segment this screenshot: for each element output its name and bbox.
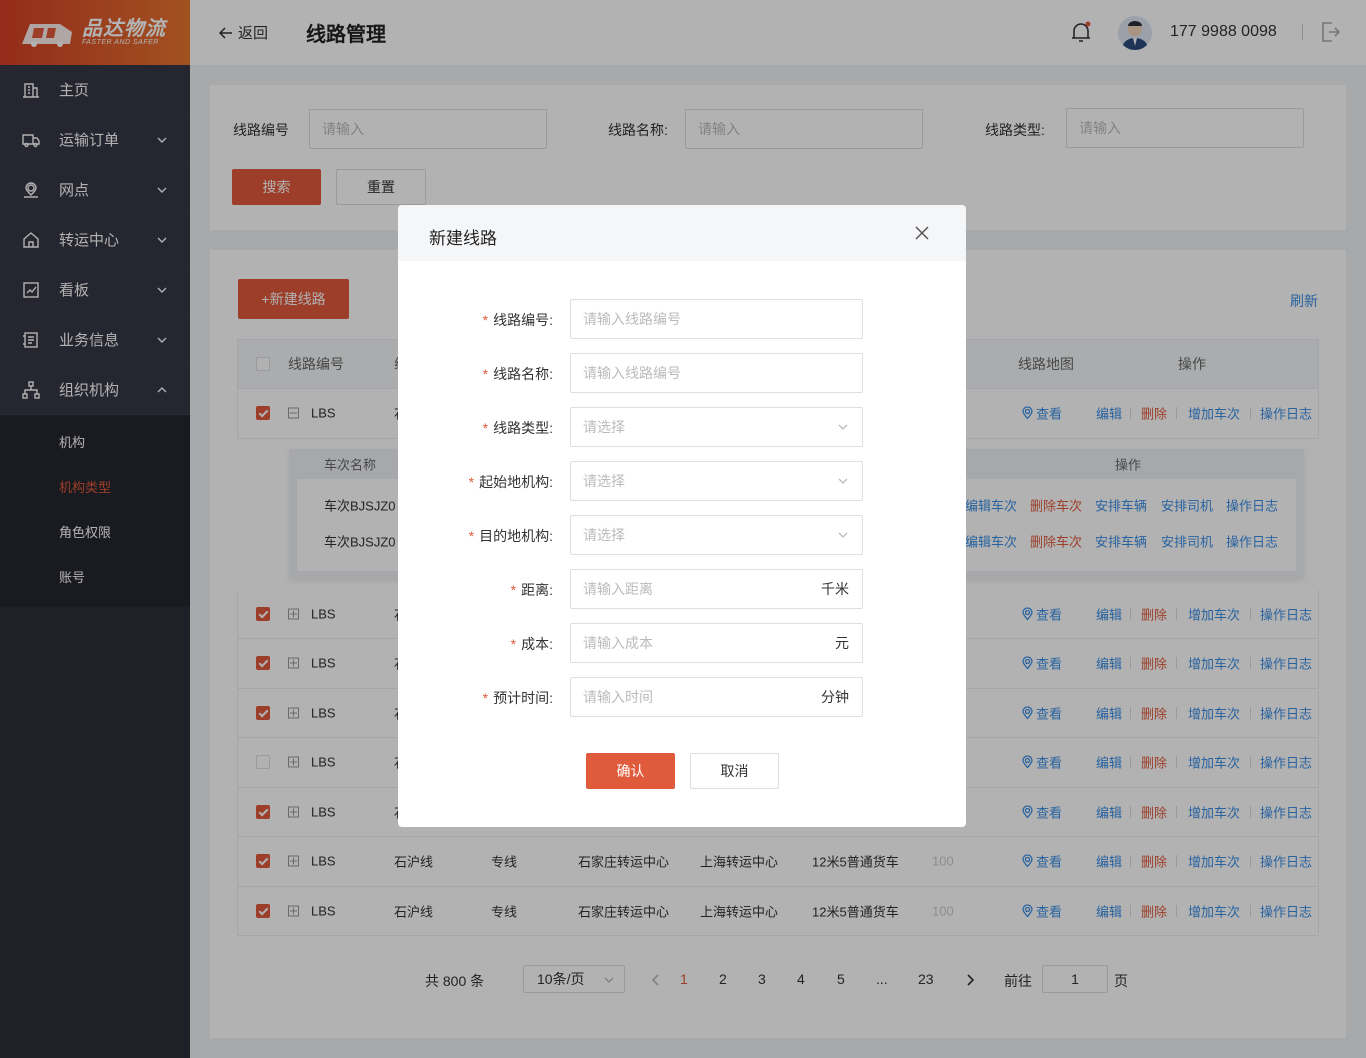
confirm-button[interactable]: 确认 bbox=[586, 753, 675, 789]
required-mark: * bbox=[510, 582, 517, 598]
required-mark: * bbox=[482, 312, 489, 328]
required-mark: * bbox=[482, 366, 489, 382]
field-select[interactable]: 请选择 bbox=[570, 407, 863, 447]
field-label: * 成本: bbox=[511, 634, 553, 654]
required-mark: * bbox=[468, 474, 475, 490]
required-mark: * bbox=[482, 420, 489, 436]
field-unit: 分钟 bbox=[821, 689, 849, 705]
field-input[interactable]: 请输入线路编号 bbox=[570, 299, 863, 339]
close-icon[interactable] bbox=[915, 226, 929, 240]
field-placeholder: 请选择 bbox=[583, 419, 625, 435]
field-label-text: 距离: bbox=[521, 582, 553, 598]
chevron-down-icon bbox=[838, 478, 848, 484]
field-placeholder: 请选择 bbox=[583, 473, 625, 489]
field-placeholder: 请输入距离 bbox=[583, 581, 653, 597]
field-select[interactable]: 请选择 bbox=[570, 515, 863, 555]
field-label: * 目的地机构: bbox=[469, 526, 553, 546]
field-input[interactable]: 请输入距离 千米 bbox=[570, 569, 863, 609]
field-placeholder: 请输入成本 bbox=[583, 635, 653, 651]
dialog-title: 新建线路 bbox=[429, 229, 497, 248]
field-placeholder: 请输入时间 bbox=[583, 689, 653, 705]
field-label: * 距离: bbox=[511, 580, 553, 600]
field-label: * 线路编号: bbox=[483, 310, 553, 330]
field-placeholder: 请选择 bbox=[583, 527, 625, 543]
field-label-text: 线路类型: bbox=[493, 420, 553, 436]
new-route-dialog: 新建线路 * 线路编号: 请输入线路编号 * 线路名称: 请输入线路编号 * 线路类型: … bbox=[398, 205, 966, 827]
chevron-down-icon bbox=[838, 424, 848, 430]
field-label: * 起始地机构: bbox=[469, 472, 553, 492]
field-input[interactable]: 请输入成本 元 bbox=[570, 623, 863, 663]
field-placeholder: 请输入线路编号 bbox=[583, 365, 681, 381]
dialog-header: 新建线路 bbox=[398, 205, 966, 261]
field-placeholder: 请输入线路编号 bbox=[583, 311, 681, 327]
field-label-text: 预计时间: bbox=[493, 690, 553, 706]
field-label: * 线路名称: bbox=[483, 364, 553, 384]
field-label: * 线路类型: bbox=[483, 418, 553, 438]
cancel-button[interactable]: 取消 bbox=[690, 753, 779, 789]
field-label-text: 成本: bbox=[521, 636, 553, 652]
field-label-text: 线路名称: bbox=[493, 366, 553, 382]
field-input[interactable]: 请输入时间 分钟 bbox=[570, 677, 863, 717]
field-select[interactable]: 请选择 bbox=[570, 461, 863, 501]
field-label-text: 线路编号: bbox=[493, 312, 553, 328]
field-input[interactable]: 请输入线路编号 bbox=[570, 353, 863, 393]
field-unit: 千米 bbox=[821, 581, 849, 597]
required-mark: * bbox=[482, 690, 489, 706]
field-label-text: 起始地机构: bbox=[479, 474, 553, 490]
field-label-text: 目的地机构: bbox=[479, 528, 553, 544]
chevron-down-icon bbox=[838, 532, 848, 538]
field-label: * 预计时间: bbox=[483, 688, 553, 708]
required-mark: * bbox=[468, 528, 475, 544]
required-mark: * bbox=[510, 636, 517, 652]
field-unit: 元 bbox=[835, 635, 849, 651]
